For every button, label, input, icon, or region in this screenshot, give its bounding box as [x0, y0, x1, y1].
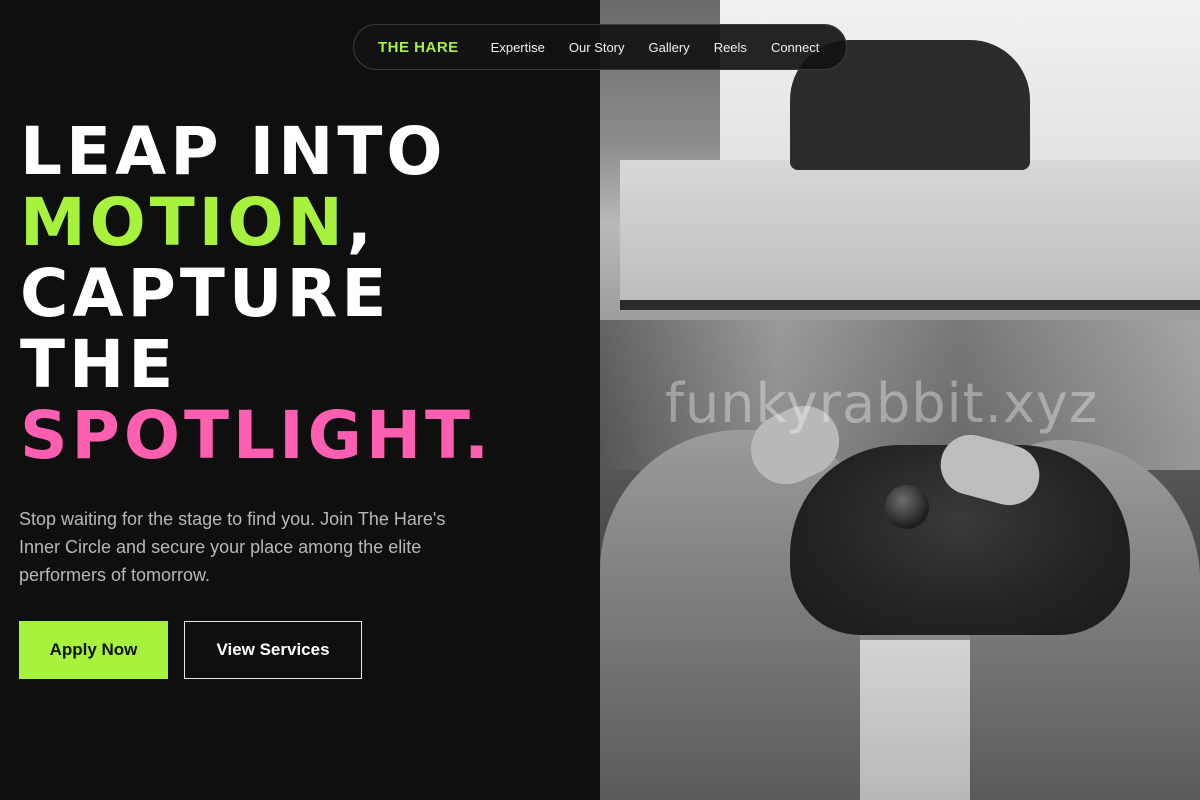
hero-headline: LEAP INTO MOTION, CAPTURE THE SPOTLIGHT. [20, 116, 600, 471]
photo-monitor [620, 160, 1200, 310]
apply-now-button[interactable]: Apply Now [19, 621, 168, 679]
landing-page: funkyrabbit.xyz THE HARE Expertise Our S… [0, 0, 1200, 800]
hero-description: Stop waiting for the stage to find you. … [19, 509, 446, 585]
left-thumbstick [885, 485, 929, 529]
nav-link-our-story[interactable]: Our Story [569, 40, 625, 55]
view-services-button[interactable]: View Services [184, 621, 362, 679]
nav-link-reels[interactable]: Reels [714, 40, 747, 55]
headline-line-3: CAPTURE [20, 255, 391, 332]
headline-comma: , [346, 184, 376, 261]
nav-link-gallery[interactable]: Gallery [649, 40, 690, 55]
brand-logo[interactable]: THE HARE [378, 39, 459, 56]
headline-highlight-motion: MOTION [20, 184, 347, 261]
headline-line-2: MOTION, [20, 187, 600, 258]
headline-line-4: THE [20, 326, 178, 403]
headline-highlight-spotlight: SPOTLIGHT. [20, 397, 494, 474]
top-nav-bar: THE HARE Expertise Our Story Gallery Ree… [353, 24, 847, 70]
headline-line-1: LEAP INTO [20, 113, 447, 190]
nav-link-connect[interactable]: Connect [771, 40, 819, 55]
nav-link-expertise[interactable]: Expertise [491, 40, 545, 55]
watermark-text: funkyrabbit.xyz [665, 372, 1099, 435]
